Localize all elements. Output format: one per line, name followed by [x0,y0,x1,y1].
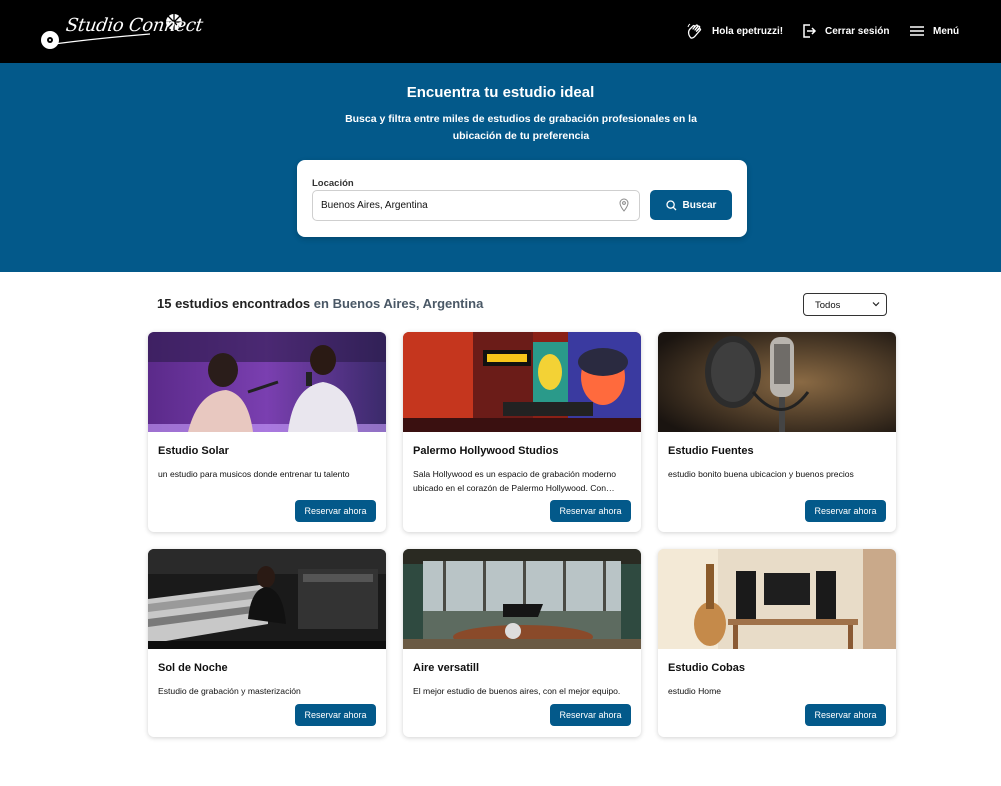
waving-hand-icon [687,23,702,39]
reserve-button[interactable]: Reservar ahora [295,500,376,522]
reserve-button[interactable]: Reservar ahora [805,704,886,726]
studio-name: Estudio Fuentes [668,445,754,457]
studio-card[interactable]: Estudio Cobas estudio Home Reservar ahor… [658,549,896,737]
studio-description: Estudio de grabación y masterización [158,686,301,696]
menu-label: Menú [933,25,960,37]
logout-link[interactable]: Cerrar sesión [801,21,889,41]
studio-photo [148,549,386,649]
studio-description: un estudio para musicos donde entrenar t… [158,469,350,479]
studio-card[interactable]: Estudio Solar un estudio para musicos do… [148,332,386,532]
studio-photo [403,332,641,432]
studio-card[interactable]: Palermo Hollywood Studios Sala Hollywood… [403,332,641,532]
menu-button[interactable]: Menú [909,21,959,41]
hamburger-menu-icon [910,26,924,36]
studio-description: Sala Hollywood es un espacio de grabació… [413,469,617,493]
filter-select[interactable]: Todos [803,293,887,316]
studio-photo [403,549,641,649]
search-card: Locación Buscar [297,160,747,237]
results-location-text: en Buenos Aires, Argentina [313,296,484,311]
hero-title: Encuentra tu estudio ideal [406,84,595,101]
studio-connect-logo[interactable]: Studio Connect [40,12,204,50]
search-button[interactable]: Buscar [650,190,732,220]
studio-card[interactable]: Aire versatill El mejor estudio de bueno… [403,549,641,737]
studio-photo [658,332,896,432]
filter-selected-value: Todos [815,300,841,311]
studio-description: El mejor estudio de buenos aires, con el… [413,686,621,696]
search-icon [665,199,677,210]
studio-name: Sol de Noche [158,662,228,674]
top-navbar: Studio Connect Hola epetruzzi! Cerrar se… [0,0,1001,63]
studio-description: estudio Home [668,686,722,696]
reserve-button[interactable]: Reservar ahora [550,704,631,726]
user-greeting[interactable]: Hola epetruzzi! [686,21,783,41]
studio-name: Estudio Cobas [668,662,746,674]
greeting-label: Hola epetruzzi! [712,25,784,37]
location-input[interactable] [312,190,640,221]
logo-text: Studio Connect [64,15,205,36]
results-count-text: 15 estudios encontrados [157,296,311,311]
reserve-button[interactable]: Reservar ahora [805,500,886,522]
studio-photo [148,332,386,432]
studio-name: Estudio Solar [158,445,229,457]
reserve-button[interactable]: Reservar ahora [550,500,631,522]
hero-subtitle: Busca y filtra entre miles de estudios d… [345,113,697,142]
search-button-label: Buscar [682,199,717,211]
studio-photo [658,549,896,649]
reserve-button[interactable]: Reservar ahora [295,704,376,726]
logout-icon [803,24,817,38]
studio-card[interactable]: Sol de Noche Estudio de grabación y mast… [148,549,386,737]
location-label: Locación [312,178,354,189]
results-count: 15 estudios encontrados en Buenos Aires,… [157,296,483,311]
logout-label: Cerrar sesión [825,25,890,37]
chevron-down-icon [872,302,880,307]
hero-section: Encuentra tu estudio ideal Busca y filtr… [0,63,1001,272]
studio-description: estudio bonito buena ubicacion y buenos … [668,469,854,479]
studio-name: Aire versatill [413,662,480,674]
studio-name: Palermo Hollywood Studios [413,445,559,457]
studio-card[interactable]: Estudio Fuentes estudio bonito buena ubi… [658,332,896,532]
location-pin-icon [619,198,629,212]
